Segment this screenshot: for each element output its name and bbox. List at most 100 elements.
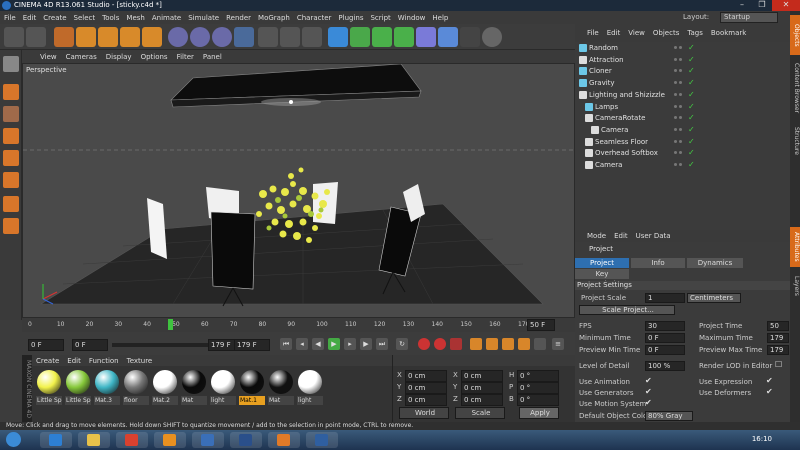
- side-tab-layers[interactable]: Layers: [790, 271, 800, 301]
- menu-select[interactable]: Select: [74, 14, 96, 22]
- object-row[interactable]: Camera ✓: [585, 159, 789, 171]
- camera-icon[interactable]: [460, 27, 480, 47]
- object-menu-objects[interactable]: Objects: [653, 29, 679, 37]
- material-menu-function[interactable]: Function: [89, 357, 119, 365]
- undo-icon[interactable]: [4, 27, 24, 47]
- scale-project-button[interactable]: Scale Project...: [579, 305, 675, 315]
- position-key-icon[interactable]: [470, 338, 482, 350]
- material-menu-create[interactable]: Create: [36, 357, 59, 365]
- menu-render[interactable]: Render: [226, 14, 251, 22]
- floor-icon[interactable]: [438, 27, 458, 47]
- coordinate-value-field[interactable]: 0 cm: [405, 370, 447, 382]
- media-icon[interactable]: [154, 432, 186, 448]
- menu-animate[interactable]: Animate: [152, 14, 181, 22]
- use-generators-checkbox[interactable]: ✔: [645, 387, 652, 396]
- object-row[interactable]: Lighting and Shizizzle ✓: [579, 89, 789, 101]
- material-swatch[interactable]: light: [297, 370, 323, 405]
- menu-plugins[interactable]: Plugins: [338, 14, 363, 22]
- explorer-icon[interactable]: [78, 432, 110, 448]
- object-row[interactable]: Camera ✓: [591, 124, 789, 136]
- viewport-menu-options[interactable]: Options: [141, 53, 168, 61]
- coordinate-value-field[interactable]: 0 °: [517, 382, 559, 394]
- taskbar-clock[interactable]: 16:10: [752, 435, 772, 443]
- viewport-menu-display[interactable]: Display: [106, 53, 132, 61]
- min-time-input[interactable]: 0 F: [645, 333, 685, 343]
- material-swatch[interactable]: Mat.2: [152, 370, 178, 405]
- visibility-dots[interactable]: [674, 69, 686, 73]
- viewport-menu-cameras[interactable]: Cameras: [66, 53, 97, 61]
- material-swatch[interactable]: Mat: [181, 370, 207, 405]
- timeline-menu-icon[interactable]: ≡: [552, 338, 564, 350]
- use-motion-checkbox[interactable]: ✔: [645, 398, 652, 407]
- scale-key-icon[interactable]: [486, 338, 498, 350]
- object-row[interactable]: Overhead Softbox ✓: [585, 147, 789, 159]
- menu-file[interactable]: File: [4, 14, 16, 22]
- go-to-start-icon[interactable]: ⏮: [280, 338, 292, 350]
- edges-mode-icon[interactable]: [3, 150, 19, 166]
- z-axis-icon[interactable]: [212, 27, 232, 47]
- point-level-icon[interactable]: [534, 338, 546, 350]
- coordinate-value-field[interactable]: 0 °: [517, 370, 559, 382]
- object-enabled-check-icon[interactable]: ✓: [688, 112, 695, 124]
- close-button[interactable]: ✕: [772, 0, 800, 11]
- side-tab-content-browser[interactable]: Content Browser: [790, 59, 800, 117]
- material-swatch[interactable]: Little Sp: [65, 370, 91, 405]
- material-swatch[interactable]: Little Sp: [36, 370, 62, 405]
- max-time-input[interactable]: 179: [767, 333, 789, 343]
- cinema4d-icon[interactable]: [192, 432, 224, 448]
- render-lod-checkbox[interactable]: ☐: [775, 360, 782, 369]
- ie-icon[interactable]: [40, 432, 72, 448]
- spline-pen-icon[interactable]: [350, 27, 370, 47]
- keyframe-selection-icon[interactable]: [450, 338, 462, 350]
- project-scale-unit-select[interactable]: Centimeters: [687, 293, 741, 303]
- object-menu-tags[interactable]: Tags: [687, 29, 703, 37]
- coordinate-value-field[interactable]: 0 °: [517, 394, 559, 406]
- object-enabled-check-icon[interactable]: ✓: [688, 89, 695, 101]
- model-mode-icon[interactable]: [3, 84, 19, 100]
- layout-select[interactable]: Startup: [720, 12, 778, 23]
- object-enabled-check-icon[interactable]: ✓: [688, 124, 695, 136]
- apply-button[interactable]: Apply: [519, 407, 559, 419]
- coordinate-value-field[interactable]: 0 cm: [405, 394, 447, 406]
- side-tab-attributes[interactable]: Attributes: [790, 227, 800, 267]
- material-swatch[interactable]: floor: [123, 370, 149, 405]
- attribute-menu-user-data[interactable]: User Data: [636, 232, 671, 240]
- preview-max-input[interactable]: 179: [767, 345, 789, 355]
- loop-icon[interactable]: ↻: [396, 338, 408, 350]
- coordinate-value-field[interactable]: 0 cm: [461, 370, 503, 382]
- cube-icon[interactable]: [328, 27, 348, 47]
- menu-simulate[interactable]: Simulate: [188, 14, 219, 22]
- viewport-menu-panel[interactable]: Panel: [203, 53, 222, 61]
- coordinate-value-field[interactable]: 0 cm: [461, 382, 503, 394]
- deformer-icon[interactable]: [416, 27, 436, 47]
- object-menu-edit[interactable]: Edit: [607, 29, 621, 37]
- visibility-dots[interactable]: [674, 163, 686, 167]
- menu-mesh[interactable]: Mesh: [126, 14, 144, 22]
- object-enabled-check-icon[interactable]: ✓: [688, 101, 695, 113]
- menu-character[interactable]: Character: [297, 14, 332, 22]
- coordinate-system-icon[interactable]: [234, 27, 254, 47]
- visibility-dots[interactable]: [674, 57, 686, 62]
- y-axis-icon[interactable]: [190, 27, 210, 47]
- visibility-dots[interactable]: [674, 151, 686, 155]
- object-row[interactable]: Seamless Floor ✓: [585, 136, 789, 148]
- tab-dynamics[interactable]: Dynamics: [687, 258, 743, 268]
- object-row[interactable]: Attraction ✓: [579, 54, 789, 66]
- timeline-playhead[interactable]: [168, 319, 174, 330]
- start-orb-icon[interactable]: [4, 432, 24, 448]
- material-swatch[interactable]: Mat.1: [239, 370, 265, 405]
- preview-min-input[interactable]: 0 F: [645, 345, 685, 355]
- object-row[interactable]: CameraRotate ✓: [585, 112, 789, 124]
- visibility-dots[interactable]: [674, 139, 686, 144]
- move-tool-icon[interactable]: [76, 27, 96, 47]
- points-mode-icon[interactable]: [3, 128, 19, 144]
- minimize-button[interactable]: –: [732, 0, 752, 11]
- render-view-icon[interactable]: [258, 27, 278, 47]
- rotate-tool-icon[interactable]: [120, 27, 140, 47]
- range-max-field[interactable]: 179 F: [208, 339, 236, 351]
- object-enabled-check-icon[interactable]: ✓: [688, 147, 695, 159]
- coordinate-value-field[interactable]: 0 cm: [461, 394, 503, 406]
- previous-key-icon[interactable]: ◂: [296, 338, 308, 350]
- side-tab-objects[interactable]: Objects: [790, 15, 800, 55]
- tab-info[interactable]: Info: [631, 258, 685, 268]
